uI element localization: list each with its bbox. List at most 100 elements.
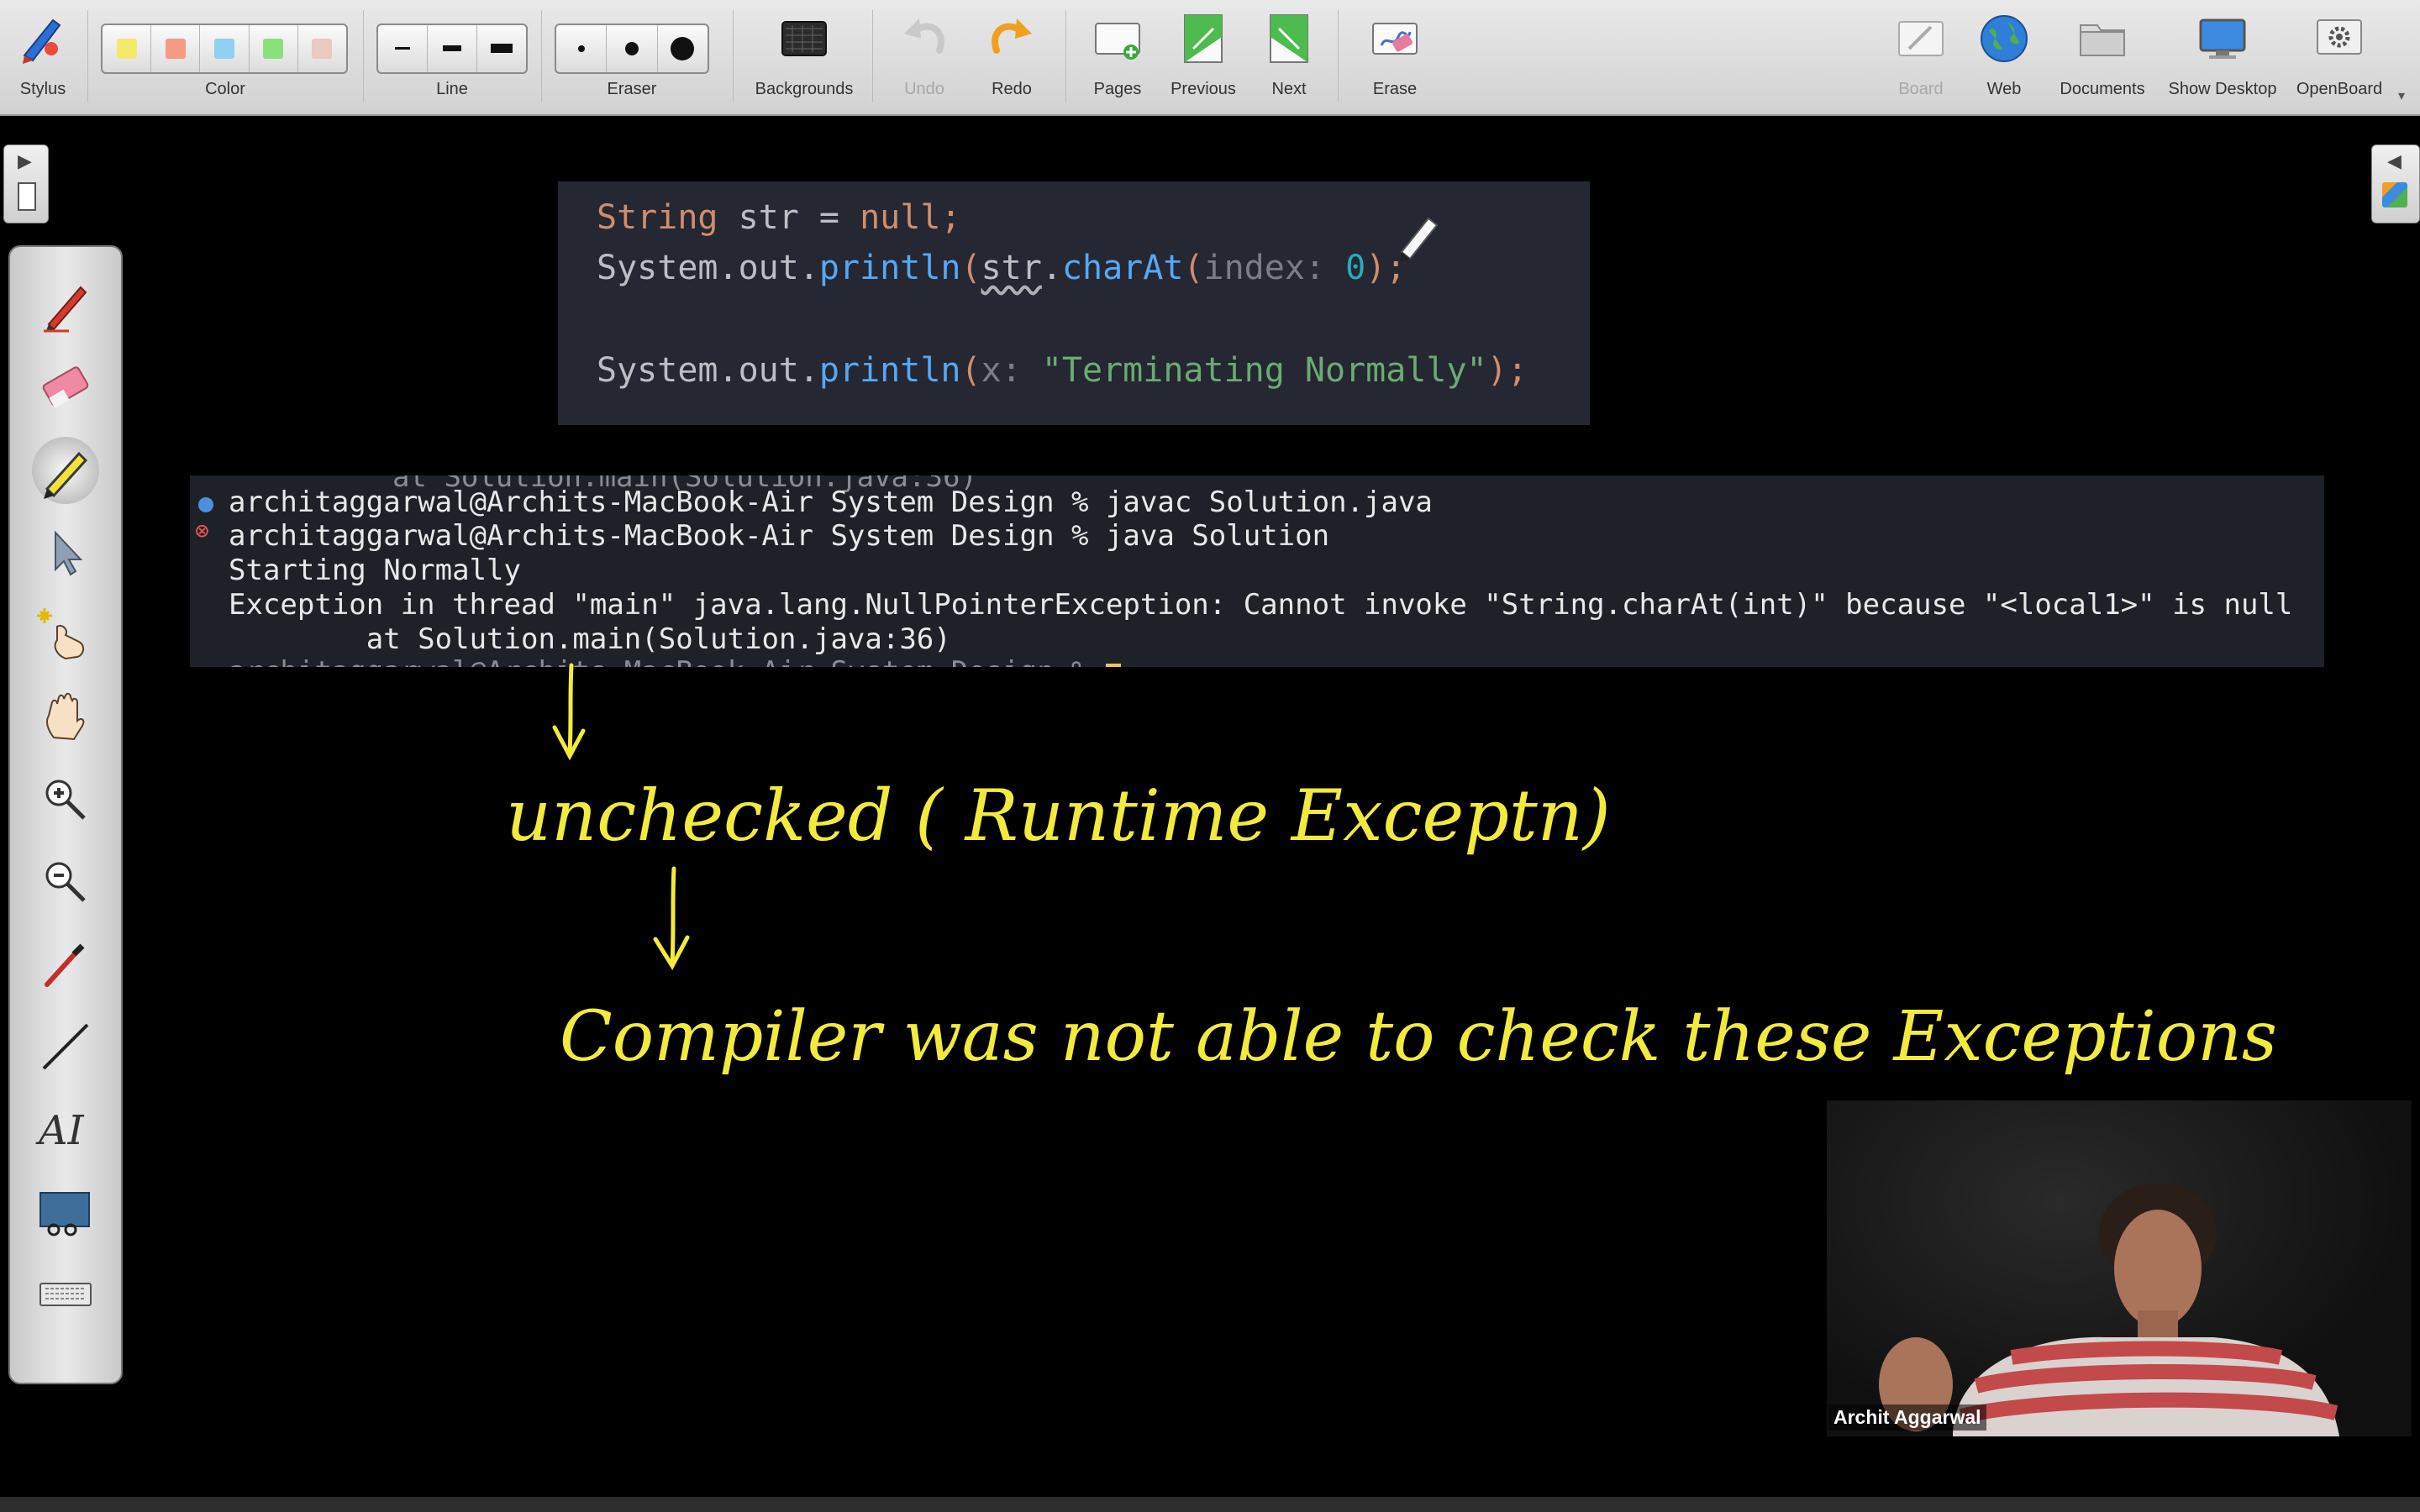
- undo-icon: [904, 18, 944, 54]
- erase-board-icon: [1372, 23, 1418, 55]
- code-obj: System.out.: [597, 351, 819, 390]
- handwriting-line-2: Compiler was not able to check these Exc…: [560, 997, 2277, 1077]
- participant-name-label: Archit Aggarwal: [1828, 1404, 1986, 1431]
- capture-tool[interactable]: [32, 1178, 99, 1245]
- selector-tool[interactable]: [32, 519, 99, 586]
- undo-button[interactable]: Undo: [891, 7, 958, 108]
- zoom-in-icon: [45, 780, 86, 820]
- laser-pointer-tool[interactable]: [32, 931, 99, 998]
- text-tool[interactable]: AI: [32, 1095, 99, 1163]
- backgrounds-icon: [781, 21, 827, 56]
- stylus-button[interactable]: Stylus: [7, 7, 79, 108]
- color-swatch-2[interactable]: [151, 25, 201, 72]
- keyboard-tool[interactable]: [32, 1260, 99, 1327]
- color-swatch-fill: [312, 39, 333, 59]
- stylus-icon: [23, 18, 61, 64]
- code-line-3: System.out.println(x: "Terminating Norma…: [597, 351, 1528, 390]
- code-fn: println: [818, 249, 961, 287]
- interact-tool[interactable]: [32, 601, 99, 669]
- folder-icon: [2080, 24, 2125, 56]
- hand-tool[interactable]: [32, 684, 99, 751]
- selector-icon: [55, 530, 83, 576]
- previous-button[interactable]: Previous: [1163, 7, 1244, 108]
- previous-page-icon: [1184, 14, 1223, 63]
- code-paren: (: [960, 351, 981, 390]
- color-swatch-5[interactable]: [298, 25, 346, 72]
- backgrounds-button[interactable]: Backgrounds: [743, 7, 865, 108]
- collapse-arrow-icon: ◀: [2387, 150, 2402, 171]
- line-tool[interactable]: [32, 1013, 99, 1080]
- eraser-tool[interactable]: [32, 354, 99, 422]
- board-button[interactable]: Board: [1881, 7, 1961, 108]
- color-palette: Color: [101, 7, 350, 108]
- redo-icon: [992, 18, 1032, 54]
- marker-tool[interactable]: [32, 437, 99, 504]
- terminal-output-panel: at Solution.main(Solution.java:36) archi…: [190, 475, 2324, 667]
- pen-tool[interactable]: [32, 272, 99, 339]
- text-icon: AI: [35, 1107, 85, 1154]
- color-swatch-1[interactable]: [103, 25, 152, 72]
- eraser-label: Eraser: [607, 80, 657, 98]
- left-panel-toggle[interactable]: ▶: [3, 144, 49, 223]
- terminal-cursor: [1105, 663, 1121, 667]
- code-semi: ;: [940, 198, 961, 237]
- gear-icon: [2317, 19, 2362, 55]
- line-medium-button[interactable]: [428, 25, 477, 72]
- code-null: null: [839, 198, 941, 237]
- keyboard-icon: [39, 1283, 92, 1306]
- color-label: Color: [205, 80, 245, 98]
- openboard-menu-button[interactable]: OpenBoard: [2291, 7, 2388, 108]
- svg-text:AI: AI: [35, 1107, 85, 1154]
- next-page-icon: [1270, 14, 1308, 63]
- line-label: Line: [436, 80, 468, 98]
- code-snippet-panel: String str = null; System.out.println(st…: [558, 181, 1590, 425]
- eraser-size-group: Eraser: [555, 7, 709, 108]
- marker-cursor-icon: [1400, 217, 1439, 262]
- terminal-line-1: architaggarwal@Archits-MacBook-Air Syste…: [229, 486, 1433, 519]
- zoom-out-tool[interactable]: [32, 848, 99, 916]
- code-obj: System.out.: [597, 249, 819, 287]
- webcam-video: [1827, 1100, 2412, 1436]
- line-icon: [42, 1023, 89, 1070]
- color-swatch-4[interactable]: [250, 25, 298, 72]
- desktop-icon: [2199, 18, 2246, 59]
- line-thick-button[interactable]: [477, 25, 526, 72]
- eraser-size-selector: [555, 24, 709, 74]
- next-button[interactable]: Next: [1250, 7, 1328, 108]
- arrow-1: [552, 663, 586, 761]
- board-label: Board: [1898, 80, 1944, 98]
- code-close: );: [1486, 351, 1528, 390]
- terminal-prompt: architaggarwal@Archits-MacBook-Air Syste…: [229, 655, 1106, 667]
- color-swatch-fill: [165, 39, 186, 59]
- color-swatch-3[interactable]: [200, 25, 250, 72]
- show-desktop-button[interactable]: Show Desktop: [2161, 7, 2284, 108]
- web-button[interactable]: Web: [1966, 7, 2042, 108]
- erase-button[interactable]: Erase: [1353, 7, 1437, 108]
- eraser-large-button[interactable]: [658, 25, 708, 72]
- show-desktop-label: Show Desktop: [2168, 80, 2277, 98]
- redo-label: Redo: [992, 80, 1032, 98]
- error-x-icon: ⊗: [195, 517, 209, 544]
- documents-button[interactable]: Documents: [2050, 7, 2154, 108]
- stylus-label: Stylus: [19, 80, 66, 98]
- color-swatches: [101, 24, 348, 74]
- board-icon: [1898, 21, 1944, 56]
- right-panel-toggle[interactable]: ◀: [2371, 144, 2420, 223]
- zoom-in-tool[interactable]: [32, 766, 99, 833]
- zoom-out-icon: [45, 862, 86, 902]
- code-param-hint: index:: [1203, 249, 1346, 287]
- success-dot-icon: [198, 497, 213, 512]
- code-paren: (: [960, 249, 981, 287]
- code-line-2: System.out.println(str.charAt(index: 0);: [597, 249, 1406, 287]
- pages-button[interactable]: Pages: [1077, 7, 1158, 108]
- eraser-medium-button[interactable]: [607, 25, 658, 72]
- arrow-2: [653, 866, 690, 971]
- eraser-small-button[interactable]: [556, 25, 608, 72]
- line-thin-button[interactable]: [378, 25, 428, 72]
- library-icon: [2382, 182, 2407, 207]
- code-string: "Terminating Normally": [1041, 351, 1487, 390]
- redo-button[interactable]: Redo: [976, 7, 1047, 108]
- terminal-line-5: at Solution.main(Solution.java:36): [229, 622, 951, 656]
- chevron-down-icon[interactable]: ▾: [2398, 87, 2405, 104]
- next-label: Next: [1271, 80, 1307, 98]
